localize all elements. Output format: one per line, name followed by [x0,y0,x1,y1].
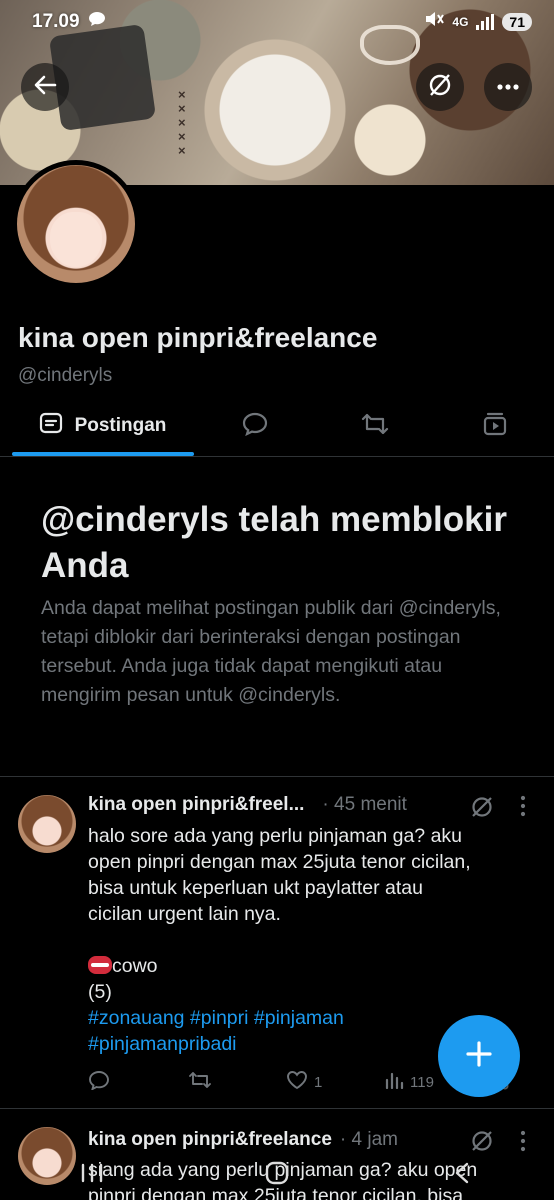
signal-icon [476,14,495,30]
banner-decoration: × × × × × [178,87,186,158]
home-button[interactable] [247,1153,307,1193]
views-count: 119 [410,1073,434,1091]
blocked-description: Anda dapat melihat postingan publik dari… [41,597,501,706]
post-header: kina open pinpri&freel... · 45 menit [88,794,407,816]
tab-reposts[interactable] [305,396,445,456]
like-count: 1 [314,1073,323,1091]
like-button[interactable]: 1 [286,1070,384,1094]
posts-tab-icon [39,412,63,440]
compose-button[interactable] [438,1015,520,1097]
grok-icon [427,72,453,103]
arrow-left-icon [33,74,57,101]
profile-tabs: Postingan [0,396,554,456]
blocked-title: @cinderyls telah memblokir Anda [41,500,507,585]
more-horizontal-icon [496,78,520,96]
profile-name: kina open pinpri&freelance [18,322,378,353]
views-icon [384,1071,404,1093]
profile-avatar[interactable] [12,160,140,288]
back-button[interactable] [21,63,69,111]
post-line: bisa untuk keperluan ukt paylatter atau [88,877,423,899]
repost-icon [361,412,389,441]
profile-handle: @cinderyls [18,365,113,386]
mute-icon [424,10,445,34]
plus-icon [465,1040,493,1073]
post-line: open pinpri dengan max 25juta tenor cici… [88,851,471,873]
post-count-line: (5) [88,981,112,1003]
more-options-button[interactable] [484,63,532,111]
tabs-divider [0,456,554,457]
grok-button[interactable] [416,63,464,111]
tab-media[interactable] [445,396,545,456]
battery-indicator: 71 [502,13,532,31]
system-nav-bar [0,1145,554,1200]
post-tag-line: cowo [88,953,533,979]
media-icon [482,412,508,441]
tab-posts[interactable]: Postingan [0,396,205,456]
repost-button[interactable] [188,1070,286,1094]
more-vertical-icon[interactable] [519,795,527,822]
post-line: halo sore ada yang perlu pinjaman ga? ak… [88,825,463,847]
reply-button[interactable] [88,1070,188,1094]
status-time: 17.09 [32,11,80,32]
heart-icon [286,1070,308,1094]
post-line: cicilan urgent lain nya. [88,903,281,925]
status-bar: 17.09 4G 71 [0,0,554,44]
post-time: · 45 menit [322,794,407,815]
post-author[interactable]: kina open pinpri&freel... [88,794,304,816]
network-type: 4G [452,15,469,29]
repost-icon [188,1070,212,1094]
reply-icon [88,1070,110,1094]
back-nav-button[interactable] [432,1153,492,1193]
chat-bubble-icon [88,11,106,33]
tab-posts-label: Postingan [74,415,167,436]
recents-button[interactable] [62,1153,122,1193]
reply-bubble-icon [242,412,268,441]
grok-icon[interactable] [469,794,495,825]
lips-emoji [88,956,112,974]
tab-replies[interactable] [205,396,305,456]
post-avatar[interactable] [18,795,76,853]
post-tag-text: cowo [112,955,158,977]
